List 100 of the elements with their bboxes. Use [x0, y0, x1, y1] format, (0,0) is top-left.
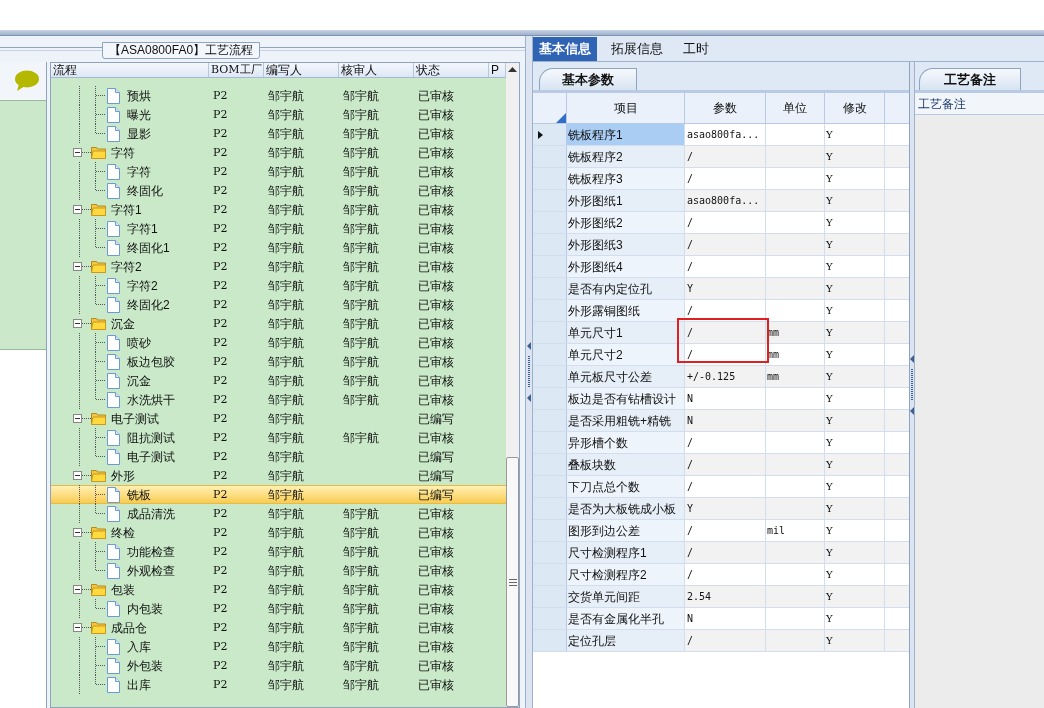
row-header[interactable] — [533, 124, 567, 145]
table-row[interactable]: 板边是否有钻槽设计 N Y — [533, 388, 909, 410]
document-icon — [107, 220, 120, 237]
tree-row[interactable]: 字符2 P2 邹宇航 邹宇航 已审核 — [51, 276, 506, 295]
step-name: 板边包胶 — [127, 353, 175, 371]
collapse-toggle[interactable] — [73, 585, 82, 594]
column-header[interactable]: 流程 — [51, 63, 209, 77]
collapse-toggle[interactable] — [73, 528, 82, 537]
table-row[interactable]: 是否有内定位孔 Y Y — [533, 278, 909, 300]
tree-row[interactable]: 铣板 P2 邹宇航 已编写 — [51, 485, 506, 504]
modify-cell-text: Y — [826, 502, 833, 516]
step-name: 外观检查 — [127, 562, 175, 580]
speech-bubble-icon[interactable] — [14, 70, 40, 92]
tree-row[interactable]: 阻抗测试 P2 邹宇航 邹宇航 已审核 — [51, 428, 506, 447]
tree-row[interactable]: 板边包胶 P2 邹宇航 邹宇航 已审核 — [51, 352, 506, 371]
tree-row[interactable]: 包装 P2 邹宇航 邹宇航 已审核 — [51, 580, 506, 599]
tree-row[interactable]: 内包装 P2 邹宇航 邹宇航 已审核 — [51, 599, 506, 618]
document-icon — [107, 239, 120, 256]
table-row[interactable]: 异形槽个数 / Y — [533, 432, 909, 454]
tree-row[interactable]: 显影 P2 邹宇航 邹宇航 已审核 — [51, 124, 506, 143]
table-row[interactable]: 是否有金属化半孔 N Y — [533, 608, 909, 630]
status-cell: 已审核 — [418, 259, 454, 274]
splitter-handle-icon[interactable] — [526, 342, 532, 402]
collapse-toggle[interactable] — [73, 262, 82, 271]
table-row[interactable]: 下刀点总个数 / Y — [533, 476, 909, 498]
table-row[interactable]: 单元板尺寸公差 +/-0.125 mm Y — [533, 366, 909, 388]
tree-row[interactable]: 字符1 P2 邹宇航 邹宇航 已审核 — [51, 200, 506, 219]
factory-cell: P2 — [213, 564, 228, 578]
scrollbar[interactable] — [506, 63, 519, 707]
tree-row[interactable]: 功能检查 P2 邹宇航 邹宇航 已审核 — [51, 542, 506, 561]
column-header[interactable]: BOM工厂 — [209, 63, 264, 77]
table-row[interactable]: 外形图纸4 / Y — [533, 256, 909, 278]
tree-row[interactable]: 字符2 P2 邹宇航 邹宇航 已审核 — [51, 257, 506, 276]
reviewer-cell: 邹宇航 — [343, 563, 379, 578]
tab[interactable]: 拓展信息 — [605, 37, 669, 61]
status-cell: 已审核 — [418, 240, 454, 255]
tree-row[interactable]: 曝光 P2 邹宇航 邹宇航 已审核 — [51, 105, 506, 124]
table-row[interactable]: 是否为大板铣成小板 Y Y — [533, 498, 909, 520]
table-row[interactable]: 外形图纸3 / Y — [533, 234, 909, 256]
column-header[interactable]: 编写人 — [264, 63, 339, 77]
document-icon — [107, 372, 120, 389]
tree-row[interactable]: 外观检查 P2 邹宇航 邹宇航 已审核 — [51, 561, 506, 580]
tree-row[interactable]: 终检 P2 邹宇航 邹宇航 已审核 — [51, 523, 506, 542]
tree-row[interactable]: 沉金 P2 邹宇航 邹宇航 已审核 — [51, 371, 506, 390]
table-row[interactable]: 叠板块数 / Y — [533, 454, 909, 476]
table-row[interactable]: 是否采用粗铣+精铣 N Y — [533, 410, 909, 432]
table-row[interactable]: 外形露铜图纸 / Y — [533, 300, 909, 322]
collapse-toggle[interactable] — [73, 471, 82, 480]
table-row[interactable]: 图形到边公差 / mil Y — [533, 520, 909, 542]
tree-row[interactable]: 入库 P2 邹宇航 邹宇航 已审核 — [51, 637, 506, 656]
tree-row[interactable]: 字符 P2 邹宇航 邹宇航 已审核 — [51, 143, 506, 162]
item-cell-text: 叠板块数 — [568, 456, 616, 474]
tree-row[interactable]: 字符1 P2 邹宇航 邹宇航 已审核 — [51, 219, 506, 238]
collapse-toggle[interactable] — [73, 623, 82, 632]
section-tab[interactable]: 基本参数 — [539, 68, 637, 90]
column-header[interactable]: 项目 — [567, 93, 685, 123]
tree-row[interactable]: 预烘 P2 邹宇航 邹宇航 已审核 — [51, 86, 506, 105]
tree-row[interactable]: 字符 P2 邹宇航 邹宇航 已审核 — [51, 162, 506, 181]
tree-row[interactable]: 电子测试 P2 邹宇航 已编写 — [51, 409, 506, 428]
table-row[interactable]: 铣板程序1 asao800fa... Y — [533, 124, 909, 146]
tab[interactable]: 工时 — [677, 37, 715, 61]
tree-row[interactable]: 外形 P2 邹宇航 已编写 — [51, 466, 506, 485]
table-row[interactable]: 外形图纸2 / Y — [533, 212, 909, 234]
value-cell-text: / — [687, 348, 694, 362]
collapse-toggle[interactable] — [73, 205, 82, 214]
section-tab[interactable]: 工艺备注 — [919, 68, 1021, 90]
table-row[interactable]: 铣板程序2 / Y — [533, 146, 909, 168]
tree-row[interactable]: 终固化1 P2 邹宇航 邹宇航 已审核 — [51, 238, 506, 257]
tab[interactable]: 基本信息 — [533, 37, 597, 61]
collapse-toggle[interactable] — [73, 319, 82, 328]
tree-row[interactable]: 终固化2 P2 邹宇航 邹宇航 已审核 — [51, 295, 506, 314]
tree-row[interactable]: 喷砂 P2 邹宇航 邹宇航 已审核 — [51, 333, 506, 352]
tree-row[interactable]: 出库 P2 邹宇航 邹宇航 已审核 — [51, 675, 506, 694]
column-header[interactable]: 单位 — [766, 93, 825, 123]
table-row[interactable]: 外形图纸1 asao800fa... Y — [533, 190, 909, 212]
column-header[interactable]: 修改 — [825, 93, 885, 123]
collapse-toggle[interactable] — [73, 414, 82, 423]
tree-row[interactable]: 终固化 P2 邹宇航 邹宇航 已审核 — [51, 181, 506, 200]
table-row[interactable]: 尺寸检测程序2 / Y — [533, 564, 909, 586]
table-row[interactable]: 交货单元间距 2.54 Y — [533, 586, 909, 608]
tree-row[interactable]: 成品仓 P2 邹宇航 邹宇航 已审核 — [51, 618, 506, 637]
column-header[interactable]: 参数 — [685, 93, 766, 123]
column-header[interactable]: 状态 — [414, 63, 489, 77]
factory-cell: P2 — [213, 241, 228, 255]
step-name: 阻抗测试 — [127, 429, 175, 447]
tree-row[interactable]: 沉金 P2 邹宇航 邹宇航 已审核 — [51, 314, 506, 333]
tree-row[interactable]: 电子测试 P2 邹宇航 已编写 — [51, 447, 506, 466]
tree-row[interactable]: 成品清洗 P2 邹宇航 邹宇航 已审核 — [51, 504, 506, 523]
tree-row[interactable]: 外包装 P2 邹宇航 邹宇航 已审核 — [51, 656, 506, 675]
factory-cell: P2 — [213, 298, 228, 312]
tree-connector — [79, 561, 107, 580]
splitter-handle-icon[interactable] — [910, 355, 914, 415]
tree-row[interactable]: 水洗烘干 P2 邹宇航 邹宇航 已审核 — [51, 390, 506, 409]
collapse-toggle[interactable] — [73, 148, 82, 157]
table-row[interactable]: 定位孔层 / Y — [533, 630, 909, 652]
column-header[interactable]: 核审人 — [339, 63, 414, 77]
reviewer-cell: 邹宇航 — [343, 164, 379, 179]
table-row[interactable]: 尺寸检测程序1 / Y — [533, 542, 909, 564]
scroll-thumb[interactable] — [506, 457, 519, 707]
table-row[interactable]: 铣板程序3 / Y — [533, 168, 909, 190]
